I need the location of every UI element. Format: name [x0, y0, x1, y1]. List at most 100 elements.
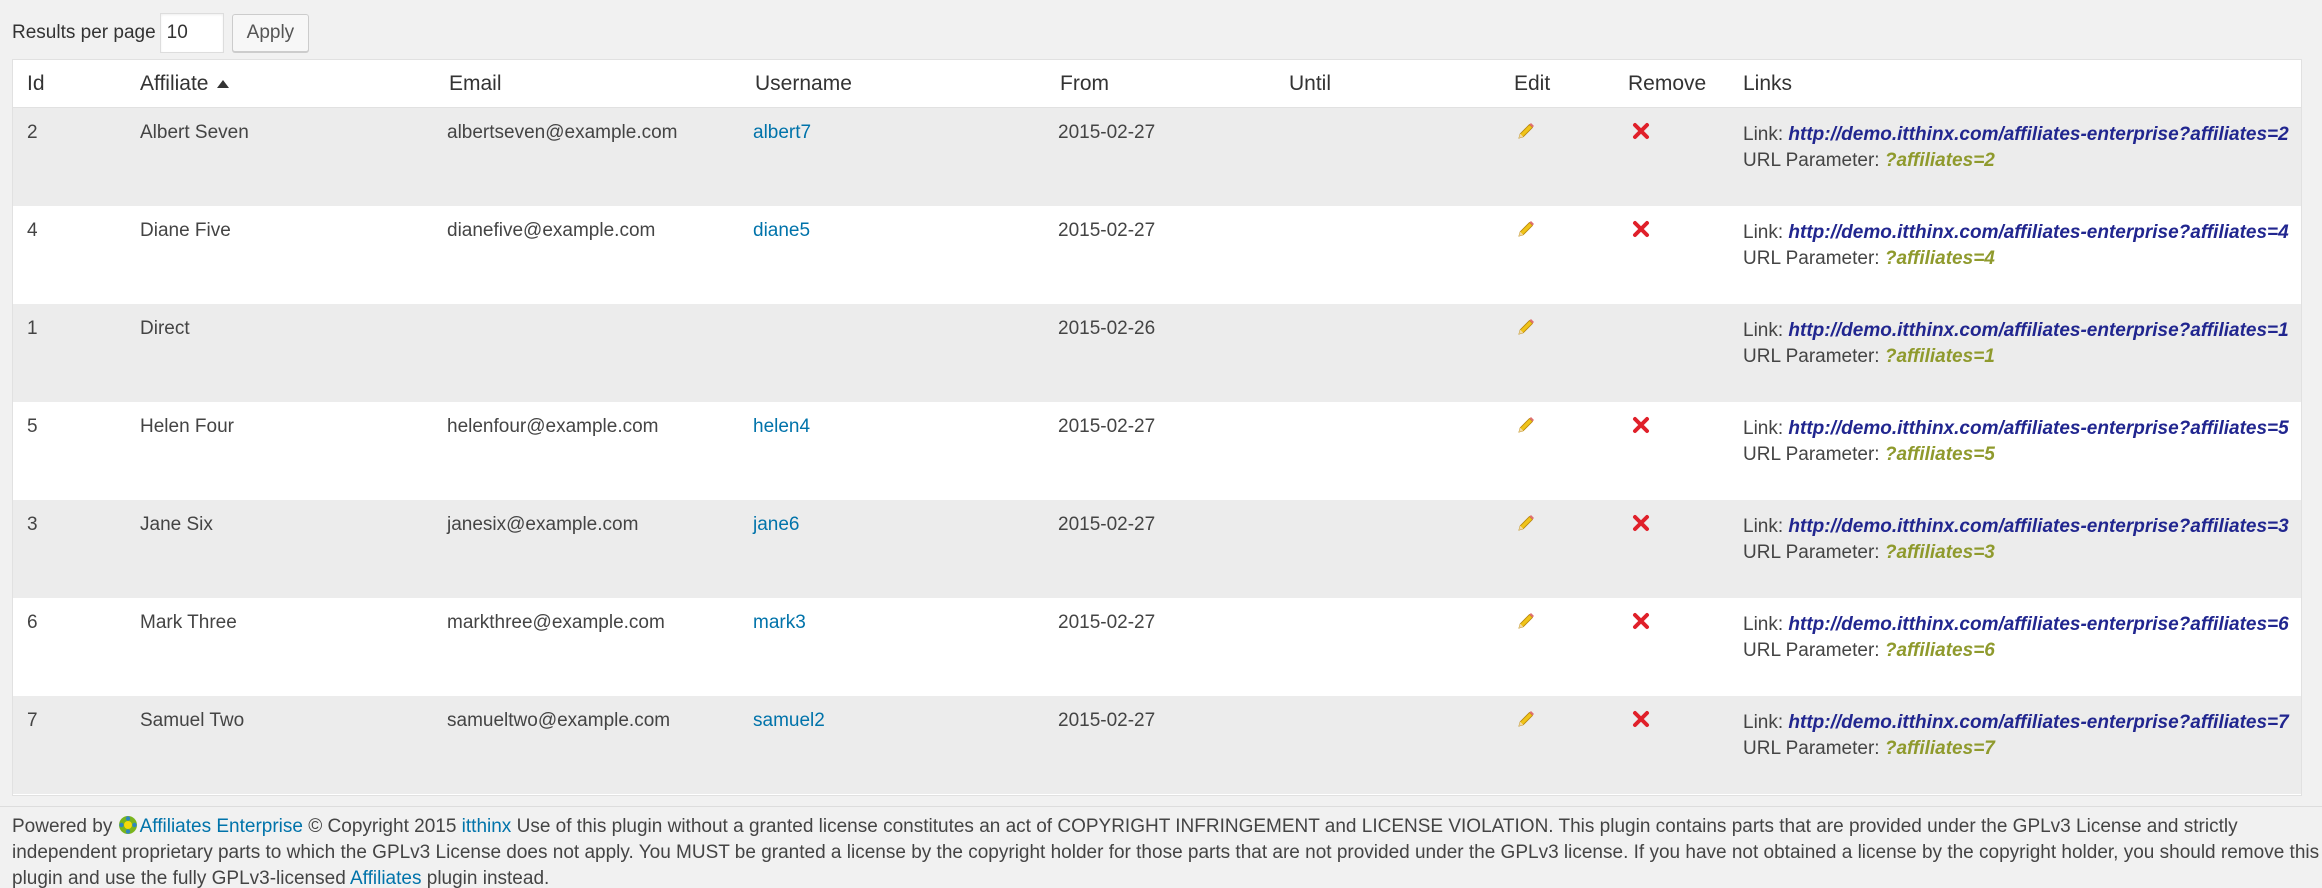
footer-tail-text: plugin instead. — [426, 868, 550, 888]
url-parameter-label: URL Parameter: — [1743, 248, 1880, 269]
url-parameter-label: URL Parameter: — [1743, 542, 1880, 563]
cell-affiliate-name: Direct — [140, 318, 190, 339]
column-affiliate[interactable]: Affiliate — [140, 72, 229, 96]
affiliates-table: Id Affiliate Email Username From Until E… — [12, 59, 2302, 796]
footer-notice: Powered by Affiliates Enterprise © Copyr… — [12, 814, 2322, 888]
cell-email: markthree@example.com — [447, 612, 665, 633]
cell-username-link[interactable]: jane6 — [753, 514, 800, 536]
cell-from-date: 2015-02-27 — [1058, 612, 1156, 633]
url-parameter-value: ?affiliates=3 — [1884, 542, 1995, 563]
sort-ascending-icon — [216, 79, 229, 88]
column-remove: Remove — [1628, 71, 1707, 95]
url-parameter-label: URL Parameter: — [1743, 444, 1880, 465]
table-row: 1 Direct 2015-02-26 Link: http://demo.itthi… — [13, 304, 2301, 402]
table-row: 7 Samuel Two samueltwo@example.com samuel2 2… — [13, 696, 2301, 794]
cell-links: Link: http://demo.itthinx.com/affiliates… — [1743, 220, 2289, 272]
affiliate-url: http://demo.itthinx.com/affiliates-enter… — [1788, 614, 2289, 635]
footer-divider — [0, 806, 2322, 807]
table-row: 4 Diane Five dianefive@example.com diane5 20… — [13, 206, 2301, 304]
remove-x-icon[interactable] — [1631, 513, 1651, 533]
column-affiliate-label: Affiliate — [140, 71, 209, 95]
results-per-page-input[interactable] — [159, 13, 224, 53]
pencil-icon[interactable] — [1516, 219, 1536, 239]
affiliates-enterprise-logo-icon — [118, 816, 137, 834]
cell-from-date: 2015-02-27 — [1058, 122, 1156, 143]
affiliate-url: http://demo.itthinx.com/affiliates-enter… — [1788, 320, 2289, 341]
cell-username-link[interactable]: mark3 — [753, 612, 806, 634]
pencil-icon[interactable] — [1516, 317, 1536, 337]
cell-id: 7 — [27, 710, 38, 731]
cell-id: 6 — [27, 612, 38, 633]
cell-affiliate-name: Helen Four — [140, 416, 234, 437]
powered-by-text: Powered by — [12, 816, 113, 837]
table-row: 6 Mark Three markthree@example.com mark3 201… — [13, 598, 2301, 696]
table-row: 2 Albert Seven albertseven@example.com albe… — [13, 108, 2301, 206]
remove-x-icon[interactable] — [1631, 219, 1651, 239]
affiliate-url: http://demo.itthinx.com/affiliates-enter… — [1788, 712, 2289, 733]
url-parameter-label: URL Parameter: — [1743, 738, 1880, 759]
column-email[interactable]: Email — [449, 72, 502, 96]
cell-id: 5 — [27, 416, 38, 437]
cell-from-date: 2015-02-27 — [1058, 710, 1156, 731]
itthinx-link[interactable]: itthinx — [462, 816, 512, 837]
pencil-icon[interactable] — [1516, 709, 1536, 729]
cell-links: Link: http://demo.itthinx.com/affiliates… — [1743, 710, 2289, 762]
pencil-icon[interactable] — [1516, 121, 1536, 141]
pencil-icon[interactable] — [1516, 415, 1536, 435]
cell-affiliate-name: Diane Five — [140, 220, 231, 241]
url-parameter-value: ?affiliates=1 — [1884, 346, 1995, 367]
url-parameter-value: ?affiliates=6 — [1884, 640, 1995, 661]
link-label: Link: — [1743, 418, 1784, 439]
table-row: 5 Helen Four helenfour@example.com helen4 20… — [13, 402, 2301, 500]
link-label: Link: — [1743, 124, 1784, 145]
cell-affiliate-name: Samuel Two — [140, 710, 245, 731]
remove-x-icon[interactable] — [1631, 611, 1651, 631]
pencil-icon[interactable] — [1516, 611, 1536, 631]
url-parameter-value: ?affiliates=7 — [1884, 738, 1995, 759]
column-until[interactable]: Until — [1289, 72, 1331, 96]
url-parameter-value: ?affiliates=2 — [1884, 150, 1995, 171]
table-row: 3 Jane Six janesix@example.com jane6 2015-02… — [13, 500, 2301, 598]
table-header: Id Affiliate Email Username From Until E… — [13, 60, 2301, 108]
cell-email: samueltwo@example.com — [447, 710, 671, 731]
column-edit: Edit — [1514, 71, 1551, 95]
remove-x-icon[interactable] — [1631, 709, 1651, 729]
cell-links: Link: http://demo.itthinx.com/affiliates… — [1743, 514, 2289, 566]
cell-email: albertseven@example.com — [447, 122, 678, 143]
cell-affiliate-name: Albert Seven — [140, 122, 249, 143]
results-per-page-control: Results per page Apply — [12, 13, 310, 53]
remove-x-icon[interactable] — [1631, 415, 1651, 435]
link-label: Link: — [1743, 712, 1784, 733]
results-per-page-label: Results per page — [12, 22, 156, 43]
cell-id: 1 — [27, 318, 38, 339]
cell-id: 3 — [27, 514, 38, 535]
url-parameter-label: URL Parameter: — [1743, 150, 1880, 171]
link-label: Link: — [1743, 614, 1784, 635]
cell-from-date: 2015-02-26 — [1058, 318, 1156, 339]
affiliates-enterprise-link[interactable]: Affiliates Enterprise — [140, 816, 303, 837]
cell-from-date: 2015-02-27 — [1058, 416, 1156, 437]
affiliates-plugin-link[interactable]: Affiliates — [350, 868, 421, 888]
cell-username-link[interactable]: samuel2 — [753, 710, 825, 732]
column-username[interactable]: Username — [755, 72, 852, 96]
copyright-text: © Copyright 2015 — [308, 816, 457, 837]
cell-from-date: 2015-02-27 — [1058, 514, 1156, 535]
affiliate-url: http://demo.itthinx.com/affiliates-enter… — [1788, 124, 2289, 145]
affiliate-url: http://demo.itthinx.com/affiliates-enter… — [1788, 222, 2289, 243]
column-id[interactable]: Id — [27, 72, 45, 96]
cell-id: 4 — [27, 220, 38, 241]
cell-affiliate-name: Jane Six — [140, 514, 213, 535]
cell-email: dianefive@example.com — [447, 220, 656, 241]
affiliate-url: http://demo.itthinx.com/affiliates-enter… — [1788, 516, 2289, 537]
pencil-icon[interactable] — [1516, 513, 1536, 533]
cell-username-link[interactable]: diane5 — [753, 220, 810, 242]
remove-x-icon[interactable] — [1631, 121, 1651, 141]
column-links: Links — [1743, 71, 1793, 95]
cell-username-link[interactable]: albert7 — [753, 122, 811, 144]
affiliate-url: http://demo.itthinx.com/affiliates-enter… — [1788, 418, 2289, 439]
cell-username-link[interactable]: helen4 — [753, 416, 810, 438]
apply-button[interactable]: Apply — [231, 14, 310, 52]
cell-from-date: 2015-02-27 — [1058, 220, 1156, 241]
column-from[interactable]: From — [1060, 72, 1109, 96]
cell-email: helenfour@example.com — [447, 416, 659, 437]
